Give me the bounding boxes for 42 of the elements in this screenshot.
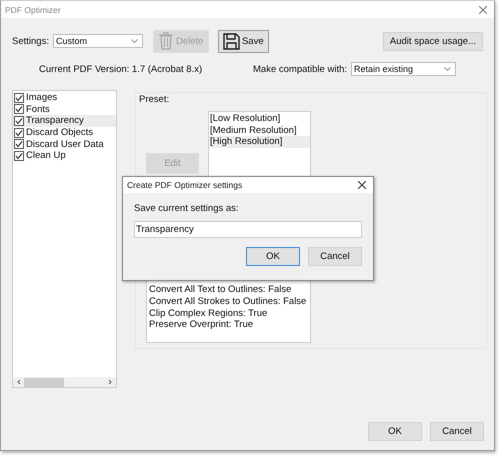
dialog-button[interactable]: Cancel [430, 422, 484, 441]
preset-item[interactable]: [High Resolution] [209, 136, 310, 148]
settings-dropdown[interactable]: Custom [52, 34, 143, 48]
close-icon[interactable] [358, 181, 366, 189]
name-input-field[interactable]: Transparency [134, 221, 362, 238]
checkbox[interactable] [14, 128, 24, 138]
trash-icon [158, 32, 174, 50]
toolbar-button[interactable]: Audit space usage... [382, 32, 483, 50]
compat-dropdown[interactable]: Retain existing [351, 62, 456, 76]
checkbox[interactable] [14, 139, 24, 150]
dialog-button[interactable]: Cancel [308, 247, 362, 266]
compat-label: Make compatible with: [253, 64, 347, 74]
category-item[interactable]: Images [13, 92, 116, 104]
dialog-title: Create PDF Optimizer settings [127, 180, 242, 190]
category-item[interactable]: Fonts [13, 104, 116, 116]
preset-item[interactable]: [Low Resolution] [209, 113, 310, 125]
prompt-text: Save current settings as: [134, 203, 240, 214]
toolbar-button[interactable]: Save [218, 30, 269, 52]
scroll-right-icon[interactable] [107, 379, 113, 385]
category-item[interactable]: Discard User Data [13, 138, 116, 150]
summary-line: Convert All Text to Outlines: False [149, 284, 292, 296]
preset-item[interactable]: [Medium Resolution] [209, 124, 310, 136]
checkbox[interactable] [14, 150, 24, 161]
horizontal-scrollbar[interactable] [13, 377, 116, 387]
summary-line: Preserve Overprint: True [149, 319, 254, 332]
version-text: Current PDF Version: 1.7 (Acrobat 8.x) [39, 64, 202, 74]
dialog-button[interactable]: OK [246, 247, 300, 266]
scroll-left-icon[interactable] [16, 379, 22, 385]
summary-line: Convert All Strokes to Outlines: False [149, 296, 308, 308]
preset-label: Preset: [139, 94, 170, 105]
checkbox[interactable] [14, 104, 24, 114]
category-item[interactable]: Clean Up [13, 150, 116, 162]
settings-label: Settings: [12, 36, 49, 46]
dialog-button[interactable]: OK [368, 422, 422, 441]
category-item[interactable]: Transparency [13, 115, 116, 127]
category-item[interactable]: Discard Objects [13, 126, 116, 138]
summary-line: Clip Complex Regions: True [149, 308, 268, 320]
window-title: PDF Optimizer [5, 4, 61, 14]
checkbox[interactable] [14, 116, 24, 126]
chevron-icon [444, 67, 451, 71]
checkbox[interactable] [14, 92, 24, 103]
chevron-icon [130, 39, 138, 43]
